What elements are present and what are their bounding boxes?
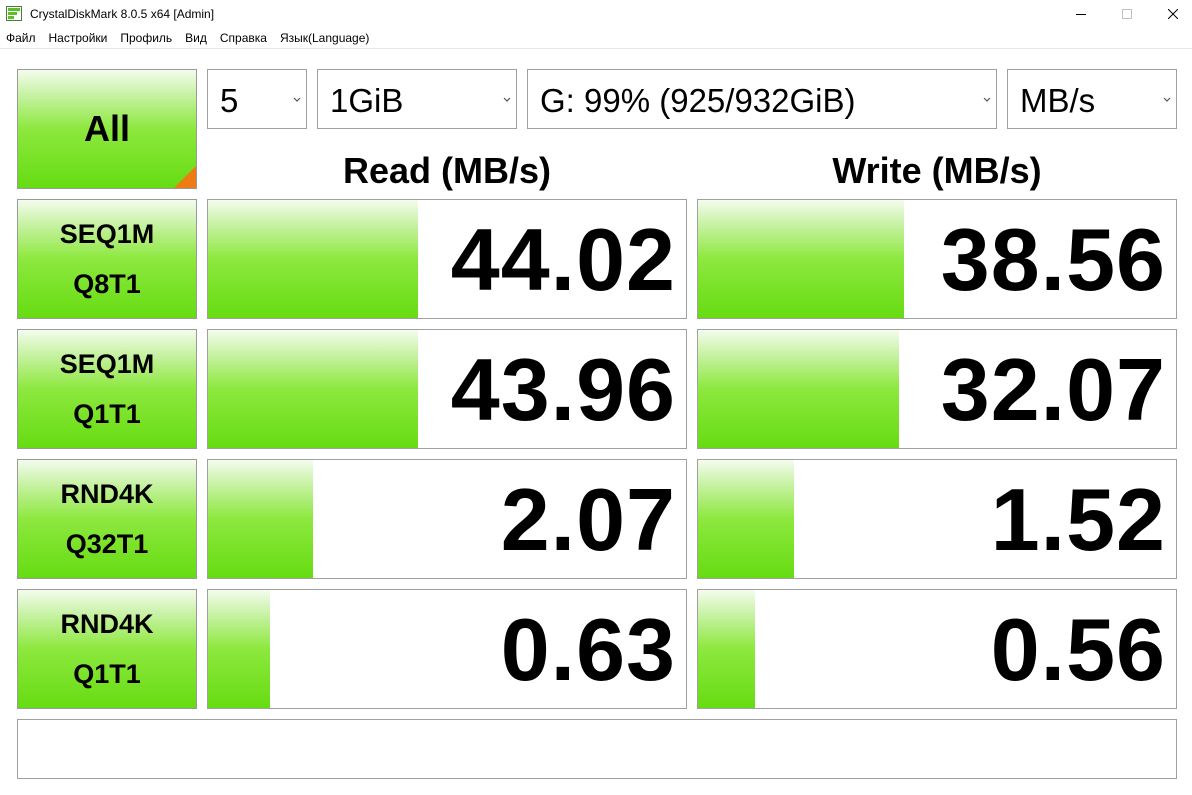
test-name: RND4K <box>60 609 154 639</box>
read-result-rnd4k-q1t1: 0.63 <box>207 589 687 709</box>
drive-select[interactable]: G: 99% (925/932GiB) <box>527 69 997 129</box>
menu-file[interactable]: Файл <box>0 29 43 47</box>
menu-profile[interactable]: Профиль <box>114 29 179 47</box>
test-params: Q1T1 <box>73 399 141 429</box>
test-button-rnd4k-q1t1[interactable]: RND4K Q1T1 <box>17 589 197 709</box>
read-bar <box>208 200 419 318</box>
maximize-icon <box>1122 9 1132 19</box>
all-button[interactable]: All <box>17 69 197 189</box>
test-name: SEQ1M <box>59 349 155 379</box>
test-name: SEQ1M <box>59 219 155 249</box>
write-value: 32.07 <box>940 340 1166 439</box>
write-value: 38.56 <box>940 210 1166 309</box>
write-result-seq1m-q8t1: 38.56 <box>697 199 1177 319</box>
read-value: 44.02 <box>450 210 676 309</box>
unit-select[interactable]: MB/s <box>1007 69 1177 129</box>
menu-help[interactable]: Справка <box>214 29 274 47</box>
test-name: RND4K <box>60 479 154 509</box>
write-bar <box>698 200 904 318</box>
comment-input[interactable] <box>17 719 1177 779</box>
write-header: Write (MB/s) <box>832 150 1042 191</box>
read-result-rnd4k-q32t1: 2.07 <box>207 459 687 579</box>
test-params: Q1T1 <box>73 659 141 689</box>
minimize-button[interactable] <box>1058 0 1104 28</box>
maximize-button[interactable] <box>1104 0 1150 28</box>
read-bar <box>208 460 314 578</box>
chevron-down-icon <box>983 97 991 102</box>
test-button-seq1m-q8t1[interactable]: SEQ1M Q8T1 <box>17 199 197 319</box>
title-bar: CrystalDiskMark 8.0.5 x64 [Admin] <box>0 0 1192 28</box>
corner-triangle-icon <box>174 166 196 188</box>
read-value: 43.96 <box>450 340 676 439</box>
read-header: Read (MB/s) <box>342 150 552 191</box>
write-value: 0.56 <box>990 600 1166 699</box>
menu-settings[interactable]: Настройки <box>43 29 115 47</box>
unit-value: MB/s <box>1020 82 1096 119</box>
write-bar <box>698 330 899 448</box>
write-value: 1.52 <box>990 470 1166 569</box>
test-params: Q8T1 <box>73 269 141 299</box>
close-button[interactable] <box>1150 0 1192 28</box>
chevron-down-icon <box>293 97 301 102</box>
menu-language[interactable]: Язык(Language) <box>274 29 376 47</box>
chevron-down-icon <box>1163 97 1171 102</box>
runs-value: 5 <box>220 82 239 119</box>
read-bar <box>208 330 419 448</box>
write-result-rnd4k-q1t1: 0.56 <box>697 589 1177 709</box>
menu-bar: Файл Настройки Профиль Вид Справка Язык(… <box>0 28 1192 49</box>
drive-value: G: 99% (925/932GiB) <box>540 82 856 119</box>
size-select[interactable]: 1GiB <box>317 69 517 129</box>
size-value: 1GiB <box>330 82 404 119</box>
write-result-rnd4k-q32t1: 1.52 <box>697 459 1177 579</box>
window-title: CrystalDiskMark 8.0.5 x64 [Admin] <box>30 7 215 21</box>
read-result-seq1m-q1t1: 43.96 <box>207 329 687 449</box>
read-result-seq1m-q8t1: 44.02 <box>207 199 687 319</box>
close-icon <box>1168 9 1178 19</box>
write-result-seq1m-q1t1: 32.07 <box>697 329 1177 449</box>
menu-view[interactable]: Вид <box>179 29 214 47</box>
write-bar <box>698 460 794 578</box>
write-bar <box>698 590 756 708</box>
minimize-icon <box>1076 14 1086 15</box>
all-button-label: All <box>83 108 130 149</box>
test-params: Q32T1 <box>65 529 149 559</box>
test-button-rnd4k-q32t1[interactable]: RND4K Q32T1 <box>17 459 197 579</box>
crystaldiskmark-app-icon <box>6 6 22 21</box>
runs-select[interactable]: 5 <box>207 69 307 129</box>
chevron-down-icon <box>503 97 511 102</box>
read-bar <box>208 590 271 708</box>
test-button-seq1m-q1t1[interactable]: SEQ1M Q1T1 <box>17 329 197 449</box>
read-value: 0.63 <box>500 600 676 699</box>
read-value: 2.07 <box>500 470 676 569</box>
